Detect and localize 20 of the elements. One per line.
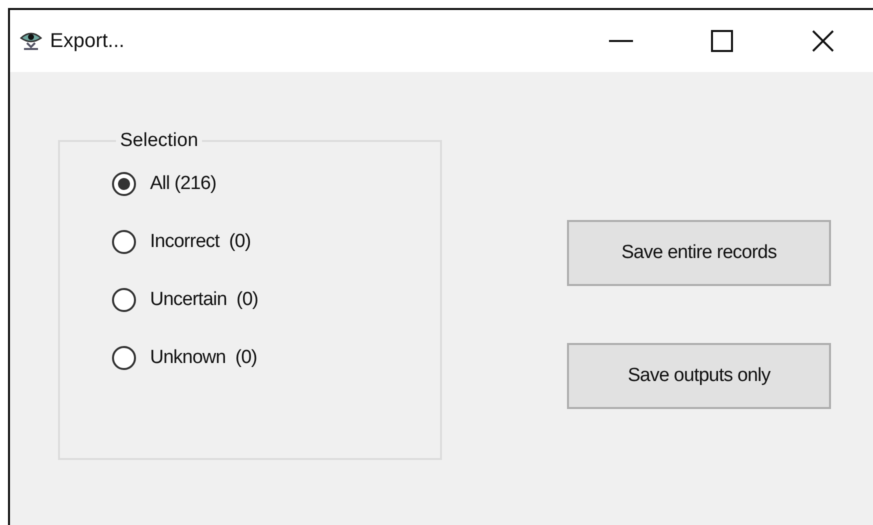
save-button[interactable]: Save outputs only [567,343,831,409]
option-label: Uncertain (0) [150,289,258,311]
radio-button[interactable] [112,346,136,370]
save-button[interactable]: Save entire records [567,220,831,286]
maximize-icon [710,30,732,52]
radio-button[interactable] [112,230,136,254]
radio-button[interactable] [112,172,136,196]
radio-option[interactable]: All (216) [112,172,216,196]
close-icon [812,30,834,52]
radio-option[interactable]: Unknown (0) [112,346,257,370]
option-label: Unknown (0) [150,347,257,369]
radio-option[interactable]: Uncertain (0) [112,288,258,312]
group-label: Selection [119,130,200,152]
radio-button[interactable] [112,288,136,312]
window-title: Export... [50,30,124,52]
option-label: All (216) [150,173,216,195]
radio-option[interactable]: Incorrect (0) [112,230,251,254]
eye-icon [20,31,42,51]
minimize-icon [608,40,632,42]
option-label: Incorrect (0) [150,231,251,253]
